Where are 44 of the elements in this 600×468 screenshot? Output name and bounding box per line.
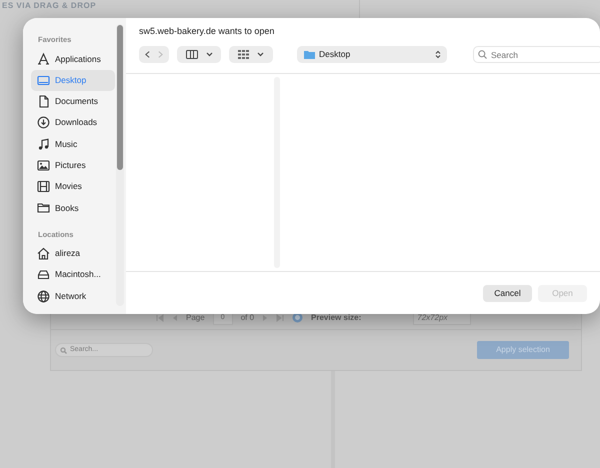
sidebar-item[interactable]: Network	[31, 285, 115, 307]
folder-icon	[304, 50, 315, 59]
previous-page-icon[interactable]	[172, 314, 178, 322]
sidebar-scrollbar[interactable]	[116, 24, 124, 306]
page-count: of 0	[240, 312, 254, 324]
back-forward-buttons[interactable]	[139, 46, 169, 63]
sidebar-item[interactable]: Music	[31, 133, 115, 155]
column-view-button[interactable]	[177, 46, 221, 63]
caret-icon	[206, 52, 212, 57]
music-note-icon	[37, 138, 50, 151]
sidebar-item[interactable]: Books	[31, 197, 115, 219]
sidebar-item[interactable]: Documents	[31, 90, 115, 112]
search-icon	[60, 346, 67, 354]
grid-view-button[interactable]	[229, 46, 273, 63]
search-field[interactable]: Search	[473, 46, 600, 63]
columns-icon	[186, 50, 198, 59]
sidebar-item[interactable]: Downloads	[31, 112, 115, 134]
caret-icon	[257, 52, 264, 57]
document-icon	[37, 94, 50, 108]
page-label: Page	[186, 312, 205, 324]
page-heading: ES VIA DRAG & DROP	[2, 0, 98, 12]
first-page-icon[interactable]	[156, 314, 164, 322]
last-page-icon[interactable]	[276, 314, 284, 322]
picture-icon	[37, 158, 50, 172]
house-icon	[37, 247, 50, 260]
folder-icon	[37, 201, 50, 214]
dialog-button[interactable]: Cancel	[483, 284, 532, 302]
film-icon	[37, 180, 50, 194]
dialog-title: sw5.web-bakery.de wants to open	[138, 25, 276, 38]
download-icon	[37, 116, 50, 130]
next-page-icon[interactable]	[262, 314, 268, 322]
up-down-arrows-icon	[435, 50, 441, 59]
preview-size-label: Preview size:	[311, 312, 362, 324]
sidebar-item[interactable]: Applications	[31, 48, 115, 70]
sidebar-item[interactable]: Movies	[31, 176, 115, 198]
sidebar-item[interactable]: Pictures	[31, 154, 115, 176]
grid-icon	[238, 50, 249, 59]
applications-icon	[37, 52, 50, 66]
sidebar-item[interactable]: alireza	[31, 242, 115, 264]
sidebar-item[interactable]: Macintosh...	[31, 264, 115, 286]
monitor-icon	[37, 74, 50, 87]
globe-icon	[37, 290, 50, 303]
drive-icon	[37, 268, 50, 282]
location-dropdown[interactable]: Desktop	[297, 46, 447, 63]
